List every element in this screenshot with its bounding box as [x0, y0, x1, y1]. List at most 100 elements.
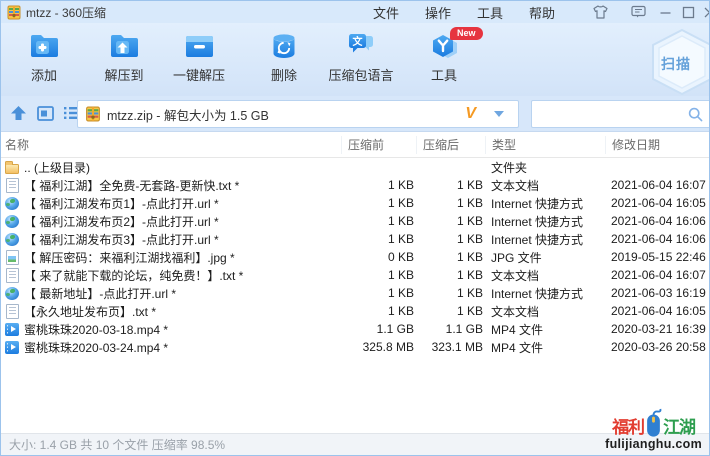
mouse-icon — [645, 408, 662, 438]
toolbar-label: 压缩包语言 — [328, 65, 393, 84]
table-row[interactable]: 【 福利江湖发布页1】-点此打开.url * 1 KB 1 KB Interne… — [1, 194, 710, 212]
file-name: 【 福利江湖发布页2】-点此打开.url * — [24, 213, 219, 230]
modified-date-value: 2021-06-04 16:07 — [605, 268, 710, 282]
search-box[interactable] — [531, 100, 710, 128]
size-after-value: 1 KB — [416, 232, 485, 246]
status-summary: 大小: 1.4 GB 共 10 个文件 压缩率 98.5% — [9, 436, 225, 453]
table-row[interactable]: 【 最新地址】-点此打开.url * 1 KB 1 KB Internet 快捷… — [1, 284, 710, 302]
column-header-modified[interactable]: 修改日期 — [605, 136, 710, 154]
archive-language-button[interactable]: 文 压缩包语言 — [313, 29, 409, 84]
file-name: 【 福利江湖】全免费-无套路-更新快.txt * — [24, 177, 239, 194]
column-header-size-before[interactable]: 压缩前 — [341, 136, 416, 154]
scan-button[interactable]: 扫描 — [649, 28, 710, 96]
toolbar: 添加 解压到 一键解压 — [1, 23, 709, 96]
close-icon[interactable] — [700, 3, 710, 21]
table-row[interactable]: 蜜桃珠珠2020-03-18.mp4 * 1.1 GB 1.1 GB MP4 文… — [1, 320, 710, 338]
file-table-body: .. (上级目录) 文件夹 【 福利江湖】全免费-无套路-更新快.txt * 1… — [1, 158, 710, 356]
file-type-value: 文本文档 — [485, 303, 605, 320]
size-after-value: 323.1 MB — [416, 340, 485, 354]
skin-theme-icon[interactable] — [591, 3, 609, 21]
size-before-value: 325.8 MB — [341, 340, 416, 354]
size-before-value: 0 KB — [341, 250, 416, 264]
size-before-value: 1 KB — [341, 232, 416, 246]
folder-file-icon — [5, 164, 19, 174]
archive-path-box[interactable]: mtzz.zip - 解包大小为 1.5 GB V — [77, 100, 519, 128]
table-row[interactable]: 蜜桃珠珠2020-03-24.mp4 * 325.8 MB 323.1 MB M… — [1, 338, 710, 356]
minimize-icon[interactable] — [656, 3, 674, 21]
watermark: 福利 江湖 fulijianghu.com — [605, 408, 702, 451]
file-type-value: MP4 文件 — [485, 339, 605, 356]
modified-date-value: 2020-03-21 16:39 — [605, 322, 710, 336]
zip-archive-icon — [7, 5, 21, 20]
file-name: 蜜桃珠珠2020-03-24.mp4 * — [24, 339, 168, 356]
one-click-extract-icon — [182, 29, 216, 63]
delete-trash-icon — [267, 29, 301, 63]
size-after-value: 1 KB — [416, 250, 485, 264]
size-before-value: 1 KB — [341, 196, 416, 210]
modified-date-value: 2019-05-15 22:46 — [605, 250, 710, 264]
file-type-value: JPG 文件 — [485, 249, 605, 266]
mp4-file-icon — [5, 323, 19, 336]
one-click-extract-button[interactable]: 一键解压 — [151, 29, 247, 84]
toolbar-label: 解压到 — [104, 65, 143, 84]
svg-text:文: 文 — [353, 35, 364, 48]
name-cell: 【 福利江湖发布页2】-点此打开.url * — [1, 213, 341, 230]
table-row[interactable]: 【 福利江湖发布页2】-点此打开.url * 1 KB 1 KB Interne… — [1, 212, 710, 230]
preview-pane-icon[interactable] — [34, 102, 56, 124]
file-type-value: 文本文档 — [485, 177, 605, 194]
file-name: 蜜桃珠珠2020-03-18.mp4 * — [24, 321, 168, 338]
window-title: mtzz - 360压缩 — [26, 4, 106, 21]
file-name: 【 最新地址】-点此打开.url * — [24, 285, 176, 302]
size-before-value: 1 KB — [341, 286, 416, 300]
table-row[interactable]: 【 福利江湖发布页3】-点此打开.url * 1 KB 1 KB Interne… — [1, 230, 710, 248]
size-before-value: 1 KB — [341, 214, 416, 228]
menu-tools[interactable]: 工具 — [477, 3, 503, 22]
file-name: .. (上级目录) — [24, 159, 90, 176]
up-level-icon[interactable] — [7, 102, 29, 124]
table-row[interactable]: .. (上级目录) 文件夹 — [1, 158, 710, 176]
scan-label: 扫描 — [661, 54, 691, 74]
archive-language-icon: 文 — [344, 29, 378, 63]
zip-file-icon — [85, 106, 101, 122]
search-icon[interactable] — [688, 107, 703, 122]
column-header-size-after[interactable]: 压缩后 — [416, 136, 485, 154]
name-cell: .. (上级目录) — [1, 159, 341, 176]
name-cell: 【 解压密码：来福利江湖找福利】.jpg * — [1, 249, 341, 266]
table-row[interactable]: 【 来了就能下载的论坛，纯免费！】.txt * 1 KB 1 KB 文本文档 2… — [1, 266, 710, 284]
menu-help[interactable]: 帮助 — [529, 3, 555, 22]
menu-bar: 文件 操作 工具 帮助 — [373, 1, 555, 23]
url-file-icon — [5, 197, 19, 210]
url-file-icon — [5, 233, 19, 246]
modified-date-value: 2021-06-04 16:07 — [605, 178, 710, 192]
url-file-icon — [5, 287, 19, 300]
table-row[interactable]: 【 解压密码：来福利江湖找福利】.jpg * 0 KB 1 KB JPG 文件 … — [1, 248, 710, 266]
file-type-value: 文本文档 — [485, 267, 605, 284]
file-name: 【永久地址发布页】.txt * — [24, 303, 156, 320]
name-cell: 【 福利江湖】全免费-无套路-更新快.txt * — [1, 177, 341, 194]
vip-v-label[interactable]: V — [465, 105, 476, 123]
chevron-down-icon[interactable] — [494, 111, 504, 117]
column-header-type[interactable]: 类型 — [485, 136, 605, 154]
address-bar: mtzz.zip - 解包大小为 1.5 GB V — [1, 96, 709, 132]
size-after-value: 1.1 GB — [416, 322, 485, 336]
column-header-name[interactable]: 名称 — [1, 136, 341, 154]
jpg-file-icon — [5, 250, 19, 264]
table-row[interactable]: 【 福利江湖】全免费-无套路-更新快.txt * 1 KB 1 KB 文本文档 … — [1, 176, 710, 194]
menu-file[interactable]: 文件 — [373, 3, 399, 22]
maximize-icon[interactable] — [679, 3, 697, 21]
name-cell: 蜜桃珠珠2020-03-24.mp4 * — [1, 339, 341, 356]
table-row[interactable]: 【永久地址发布页】.txt * 1 KB 1 KB 文本文档 2021-06-0… — [1, 302, 710, 320]
url-file-icon — [5, 215, 19, 228]
size-after-value: 1 KB — [416, 178, 485, 192]
menu-actions[interactable]: 操作 — [425, 3, 451, 22]
watermark-text-left: 福利 — [612, 413, 644, 438]
file-type-value: MP4 文件 — [485, 321, 605, 338]
search-input[interactable] — [536, 102, 686, 126]
file-type-value: Internet 快捷方式 — [485, 195, 605, 212]
size-before-value: 1 KB — [341, 268, 416, 282]
file-type-value: 文件夹 — [485, 159, 605, 176]
feedback-icon[interactable] — [629, 3, 647, 21]
watermark-domain: fulijianghu.com — [605, 437, 702, 451]
title-bar: mtzz - 360压缩 文件 操作 工具 帮助 — [1, 1, 709, 23]
app-window: mtzz - 360压缩 文件 操作 工具 帮助 — [0, 0, 710, 456]
